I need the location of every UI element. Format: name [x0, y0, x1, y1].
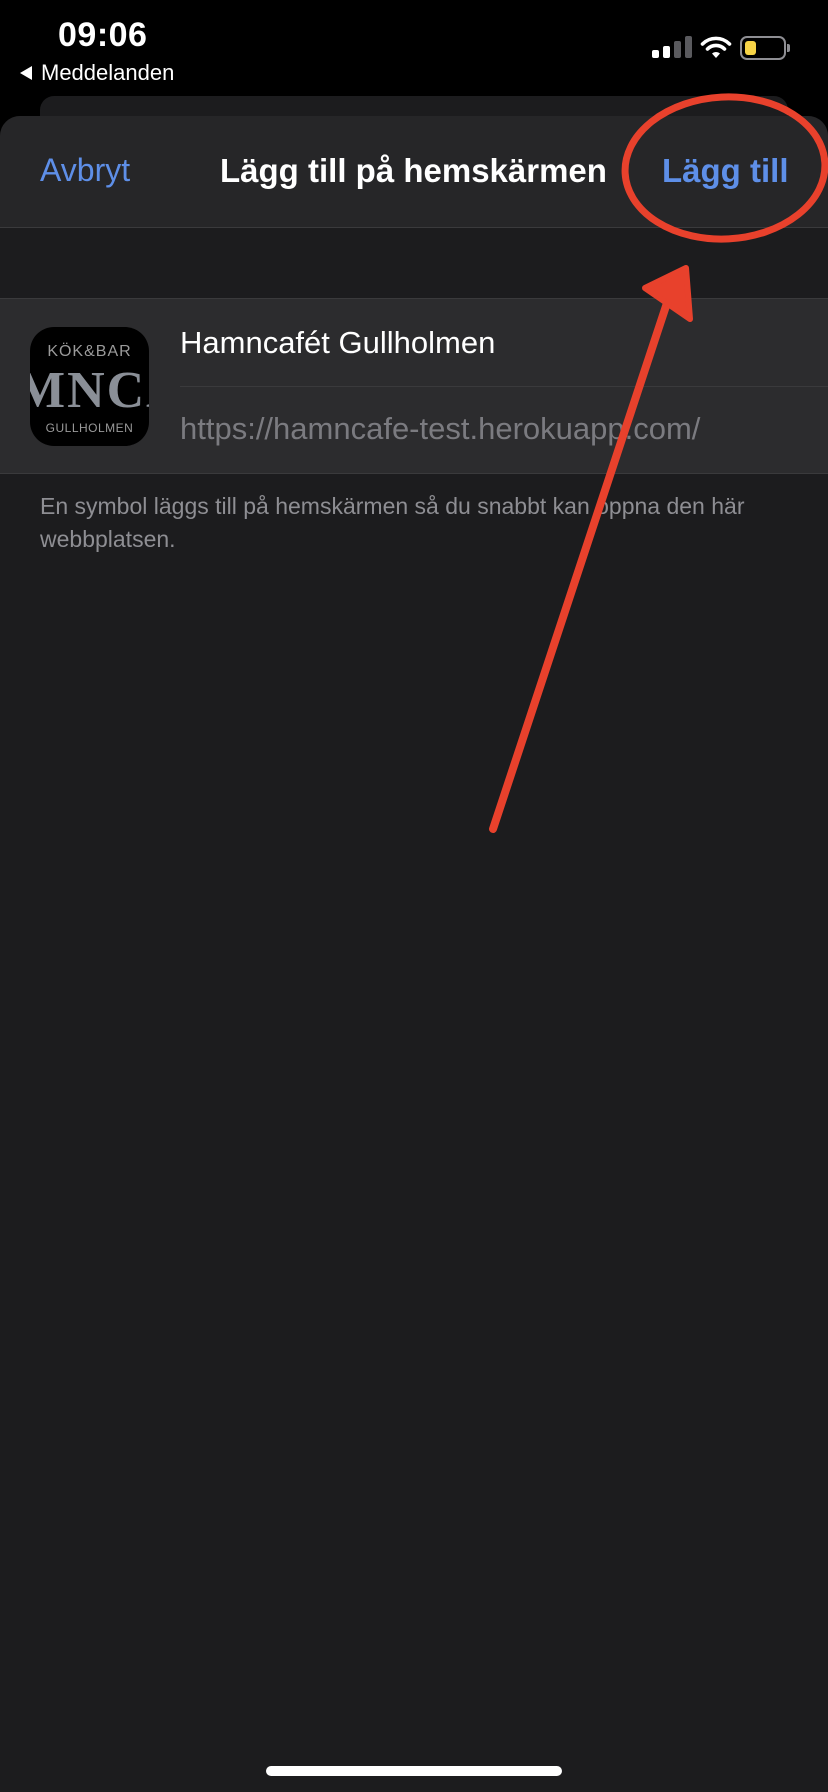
bookmark-group: KÖK&BAR MNCA GULLHOLMEN https://hamncafe…: [0, 298, 828, 474]
cancel-button[interactable]: Avbryt: [40, 152, 130, 189]
back-arrow-icon: [20, 66, 32, 80]
back-link-label: Meddelanden: [41, 60, 175, 85]
battery-nub: [787, 44, 790, 52]
status-time: 09:06: [58, 16, 148, 54]
app-icon: KÖK&BAR MNCA GULLHOLMEN: [30, 327, 149, 446]
footnote-text: En symbol läggs till på hemskärmen så du…: [40, 493, 745, 552]
add-to-home-sheet: Avbryt Lägg till på hemskärmen Lägg till…: [0, 116, 828, 1792]
app-icon-bottom-text: GULLHOLMEN: [45, 421, 134, 435]
screen: 09:06 Meddelanden Avbryt Lägg till på he…: [0, 0, 828, 1792]
home-indicator[interactable]: [266, 1766, 562, 1776]
wifi-icon: [700, 36, 732, 58]
sheet-nav-bar: Avbryt Lägg till på hemskärmen Lägg till: [0, 116, 828, 228]
app-icon-top-text: KÖK&BAR: [47, 343, 132, 360]
cellular-signal-icon: [652, 36, 692, 58]
bookmark-name-input[interactable]: [180, 299, 828, 387]
battery-level-fill: [745, 41, 756, 55]
app-icon-mid-text: MNCA: [30, 362, 149, 419]
bookmark-url: https://hamncafe-test.herokuapp.com/: [180, 411, 701, 446]
battery-icon: [740, 36, 790, 60]
back-to-app-link[interactable]: Meddelanden: [20, 60, 174, 86]
sheet-title: Lägg till på hemskärmen: [220, 152, 607, 189]
add-button[interactable]: Lägg till: [662, 152, 789, 190]
